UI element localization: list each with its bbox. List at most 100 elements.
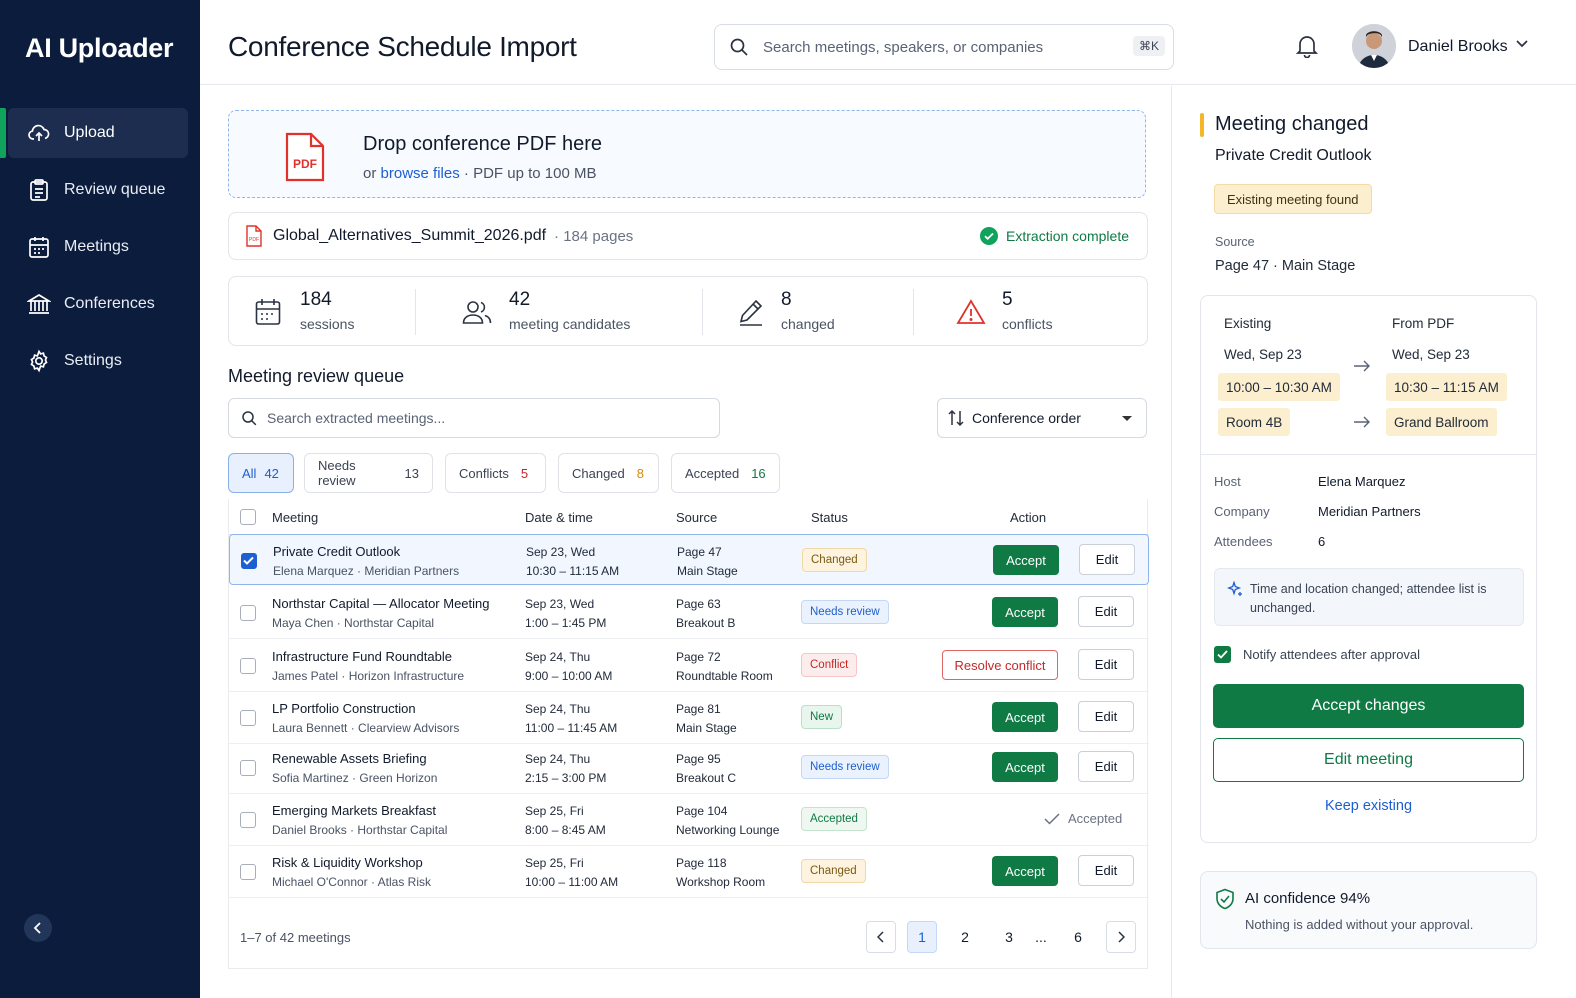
stat-value: 42 [509, 289, 531, 310]
meeting-host: Michael O'Connor · Atlas Risk [272, 875, 432, 889]
row-checkbox[interactable] [240, 760, 256, 776]
top-header: Conference Schedule Import Search meetin… [200, 0, 1576, 85]
table-row[interactable]: Risk & Liquidity Workshop Michael O'Conno… [229, 846, 1149, 898]
table-row[interactable]: LP Portfolio Construction Laura Bennett ·… [229, 692, 1149, 744]
accept-button[interactable]: Accept [992, 702, 1058, 732]
column-header-meeting[interactable]: Meeting [272, 510, 318, 525]
pdf-time: 10:30 – 11:15 AM [1386, 373, 1507, 401]
resolve-conflict-button[interactable]: Resolve conflict [942, 650, 1058, 680]
source-page: Page 104 [676, 804, 728, 818]
source-page: Page 72 [676, 650, 721, 664]
tab-conflicts[interactable]: Conflicts 5 [445, 453, 546, 493]
accept-button[interactable]: Accept [992, 856, 1058, 886]
row-checkbox[interactable] [240, 812, 256, 828]
accept-button[interactable]: Accept [992, 597, 1058, 627]
source-page: Page 81 [676, 702, 721, 716]
detail-title: Meeting changed [1215, 113, 1369, 135]
source-room: Main Stage [677, 564, 738, 578]
host-value: Elena Marquez [1318, 474, 1406, 489]
table-row[interactable]: Private Credit Outlook Elena Marquez · Me… [229, 534, 1149, 585]
stat-value: 8 [781, 289, 792, 310]
column-header-action: Action [1010, 510, 1047, 525]
dropzone-subtitle: or browse files · PDF up to 100 MB [363, 165, 596, 182]
table-header: Meeting Date & time Source Status Action [229, 499, 1149, 535]
detail-meeting-name: Private Credit Outlook [1215, 147, 1372, 164]
sidebar-item-conferences[interactable]: Conferences [8, 279, 188, 329]
sidebar-item-settings[interactable]: Settings [8, 336, 188, 386]
row-checkbox[interactable] [240, 658, 256, 674]
row-checkbox[interactable] [240, 605, 256, 621]
page-ellipsis: ... [1035, 929, 1047, 945]
edit-button[interactable]: Edit [1078, 855, 1134, 886]
global-search-input[interactable]: Search meetings, speakers, or companies … [714, 24, 1174, 70]
edit-button[interactable]: Edit [1078, 751, 1134, 782]
page-1-button[interactable]: 1 [907, 921, 937, 953]
edit-meeting-button[interactable]: Edit meeting [1213, 738, 1524, 782]
keep-existing-link[interactable]: Keep existing [1213, 798, 1524, 814]
accept-button[interactable]: Accept [992, 752, 1058, 782]
accept-changes-button[interactable]: Accept changes [1213, 684, 1524, 728]
table-row[interactable]: Emerging Markets Breakfast Daniel Brooks … [229, 794, 1149, 846]
column-header-date[interactable]: Date & time [525, 510, 593, 525]
meeting-host: Laura Bennett · Clearview Advisors [272, 721, 460, 735]
chevron-down-icon[interactable] [1516, 40, 1528, 48]
sidebar: AI Uploader Upload Review queue Meetings… [0, 0, 200, 998]
meeting-host: Maya Chen · Northstar Capital [272, 616, 435, 630]
edit-button[interactable]: Edit [1078, 596, 1134, 627]
page-2-button[interactable]: 2 [950, 921, 980, 953]
host-label: Host [1214, 474, 1241, 489]
sidebar-item-meetings[interactable]: Meetings [8, 222, 188, 272]
column-header-source[interactable]: Source [676, 510, 717, 525]
meeting-date: Sep 25, Fri [525, 856, 584, 870]
source-page: Page 95 [676, 752, 721, 766]
existing-room: Room 4B [1218, 408, 1291, 436]
tab-changed[interactable]: Changed 8 [558, 453, 659, 493]
browse-files-link[interactable]: browse files [381, 165, 460, 182]
row-checkbox[interactable] [240, 710, 256, 726]
meeting-date: Sep 24, Thu [525, 650, 591, 664]
pdf-dropzone[interactable]: PDF Drop conference PDF here or browse f… [228, 110, 1146, 198]
tab-label: Conflicts [459, 465, 509, 481]
row-checkbox[interactable] [241, 553, 257, 569]
bell-icon[interactable] [1296, 34, 1318, 58]
tab-accepted[interactable]: Accepted 16 [671, 453, 780, 493]
notify-attendees-checkbox[interactable]: Notify attendees after approval [1214, 646, 1420, 663]
table-row[interactable]: Northstar Capital — Allocator Meeting May… [229, 587, 1149, 639]
queue-search-input[interactable]: Search extracted meetings... [228, 398, 720, 438]
row-checkbox[interactable] [240, 864, 256, 880]
checkbox-checked-icon[interactable] [1214, 646, 1231, 663]
sort-icon [948, 409, 964, 427]
next-page-button[interactable] [1106, 921, 1136, 953]
avatar[interactable] [1352, 24, 1396, 68]
tab-needs-review[interactable]: Needs review 13 [304, 453, 433, 493]
source-room: Main Stage [676, 721, 737, 735]
user-name[interactable]: Daniel Brooks [1408, 38, 1508, 56]
edit-button[interactable]: Edit [1079, 544, 1135, 575]
meeting-title: LP Portfolio Construction [272, 701, 416, 716]
page-3-button[interactable]: 3 [994, 921, 1024, 953]
select-all-checkbox[interactable] [240, 509, 256, 525]
sidebar-item-review-queue[interactable]: Review queue [8, 165, 188, 215]
attendees-label: Attendees [1214, 534, 1273, 549]
column-header-status[interactable]: Status [811, 510, 848, 525]
table-row[interactable]: Renewable Assets Briefing Sofia Martinez … [229, 742, 1149, 794]
dropzone-title: Drop conference PDF here [363, 133, 603, 155]
chevron-left-icon [33, 922, 41, 934]
prev-page-button[interactable] [866, 921, 896, 953]
accept-button[interactable]: Accept [993, 545, 1059, 575]
users-icon [462, 301, 492, 324]
queue-title: Meeting review queue [228, 366, 405, 386]
stat-conflicts: 5 conflicts [956, 277, 1136, 347]
page-6-button[interactable]: 6 [1063, 921, 1093, 953]
sort-select[interactable]: Conference order [937, 398, 1147, 438]
table-row[interactable]: Infrastructure Fund Roundtable James Pate… [229, 640, 1149, 692]
accepted-indicator: Accepted [1044, 811, 1122, 826]
main-content: PDF Drop conference PDF here or browse f… [200, 86, 1170, 998]
sidebar-item-upload[interactable]: Upload [0, 108, 188, 158]
edit-button[interactable]: Edit [1078, 649, 1134, 680]
collapse-sidebar-button[interactable] [24, 914, 52, 942]
existing-time: 10:00 – 10:30 AM [1218, 373, 1340, 401]
source-room: Networking Lounge [676, 823, 780, 837]
tab-all[interactable]: All 42 [228, 453, 294, 493]
edit-button[interactable]: Edit [1078, 701, 1134, 732]
